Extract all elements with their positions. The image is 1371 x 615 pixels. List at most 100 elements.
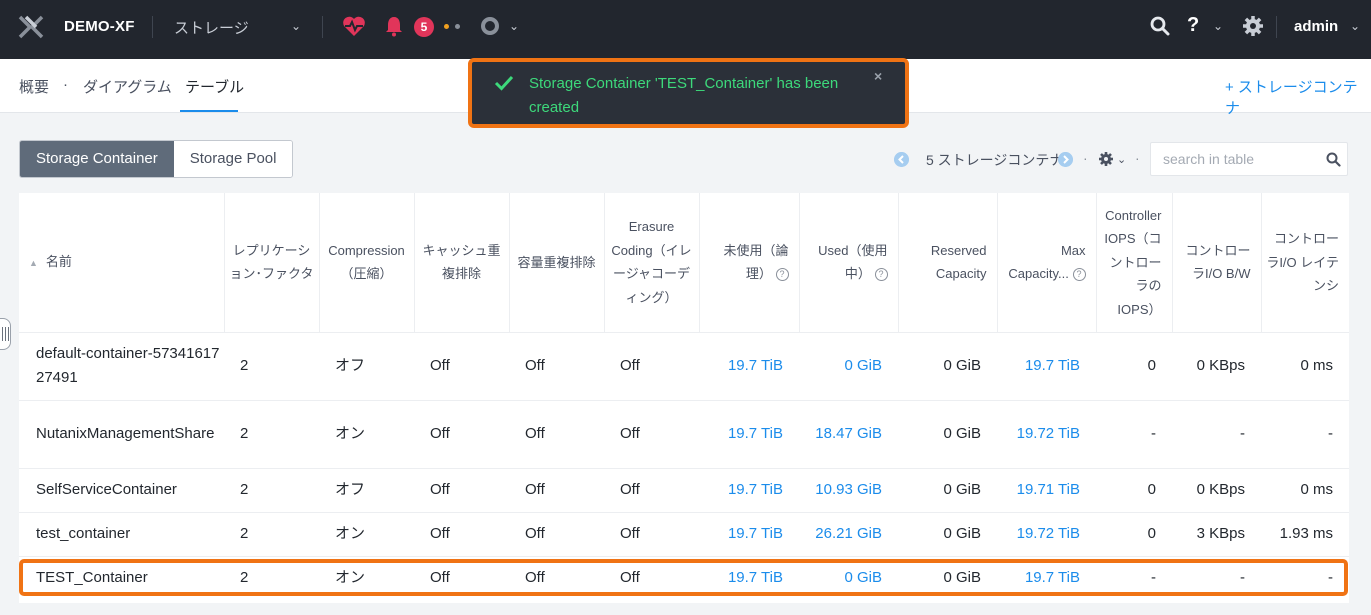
cell-erasure-coding: Off <box>604 400 699 469</box>
cell-cache-dedup: Off <box>414 400 509 469</box>
cell-controller-latency: - <box>1261 400 1349 469</box>
warning-dot-icon[interactable] <box>444 24 449 29</box>
chevron-down-icon[interactable]: ⌄ <box>1350 19 1360 33</box>
search-icon[interactable] <box>1150 16 1170 36</box>
add-storage-container-link[interactable]: + ストレージコンテナ <box>1225 76 1371 118</box>
cell-controller-latency: 0 ms <box>1261 468 1349 513</box>
column-header-controller-bw[interactable]: コントローラI/O B/W <box>1171 193 1261 333</box>
help-question-icon[interactable]: ? <box>1072 268 1086 282</box>
entity-type-toggle: Storage Container Storage Pool <box>19 140 294 178</box>
close-icon[interactable]: × <box>874 68 882 84</box>
previous-page-icon[interactable] <box>894 152 909 167</box>
column-header-erasure-coding[interactable]: Erasure Coding（イレージャコーディング） <box>603 193 699 333</box>
column-header-free-logical[interactable]: 未使用（論理） ? <box>698 193 799 333</box>
main-menu-selector[interactable]: ストレージ <box>174 17 249 38</box>
cell-cache-dedup: Off <box>430 569 450 587</box>
cell-name[interactable]: test_container <box>19 512 224 557</box>
side-panel-handle[interactable] <box>0 318 11 350</box>
cell-name[interactable]: TEST_Container <box>19 556 224 600</box>
table-row[interactable]: NutanixManagementShare 2 オン Off Off Off 19.7 T… <box>19 400 1349 469</box>
cell-compression: オフ <box>319 468 414 513</box>
column-header-name[interactable]: ▲ 名前 <box>19 193 224 333</box>
table-row[interactable]: default-container-5734161727491 2 オフ Off Off… <box>19 332 1349 401</box>
cell-controller-bw: 0 KBps <box>1172 332 1261 401</box>
cell-used[interactable]: 10.93 GiB <box>799 468 898 513</box>
tab-diagram[interactable]: ダイアグラム <box>83 76 172 97</box>
sort-icon[interactable]: ▲ <box>29 258 38 268</box>
cell-replication-factor: 2 <box>224 400 319 469</box>
info-dot-icon[interactable] <box>455 24 460 29</box>
cell-cache-dedup: Off <box>414 468 509 513</box>
nutanix-logo-icon[interactable] <box>18 15 44 39</box>
cell-max-capacity[interactable]: 19.71 TiB <box>997 468 1096 513</box>
cell-max-capacity[interactable]: 19.7 TiB <box>997 556 1096 600</box>
column-header-compression[interactable]: Compression（圧縮） <box>318 193 414 333</box>
column-header-controller-latency[interactable]: コントローラI/O レイテンシ <box>1260 193 1349 333</box>
tab-table[interactable]: テーブル <box>185 76 244 97</box>
column-header-replication-factor[interactable]: レプリケーション･ファクタ <box>223 193 319 333</box>
cell-controller-bw: - <box>1240 569 1245 587</box>
cell-free-logical[interactable]: 19.7 TiB <box>699 468 799 513</box>
column-header-cache-dedup[interactable]: キャッシュ重複排除 <box>413 193 509 333</box>
cell-name[interactable]: default-container-5734161727491 <box>19 332 224 401</box>
cell-reserved-capacity: 0 GiB <box>898 332 997 401</box>
cell-controller-latency: - <box>1328 569 1333 587</box>
cell-used[interactable]: 26.21 GiB <box>799 512 898 557</box>
cell-capacity-dedup: Off <box>509 512 604 557</box>
divider <box>322 16 323 38</box>
cell-used[interactable]: 0 GiB <box>799 332 898 401</box>
bell-icon[interactable] <box>385 15 403 37</box>
table-search-box <box>1150 142 1348 176</box>
cell-name[interactable]: SelfServiceContainer <box>19 468 224 513</box>
table-row[interactable]: SelfServiceContainer 2 オフ Off Off Off 19.7 TiB… <box>19 468 1349 513</box>
cluster-name[interactable]: DEMO-XF <box>64 18 135 35</box>
tasks-circle-icon[interactable] <box>481 17 499 35</box>
chevron-down-icon[interactable]: ⌄ <box>509 19 519 33</box>
alert-count-badge[interactable]: 5 <box>414 17 434 37</box>
cell-free-logical[interactable]: 19.7 TiB <box>699 512 799 557</box>
cell-controller-latency: 1.93 ms <box>1261 512 1349 557</box>
user-menu[interactable]: admin <box>1294 18 1338 35</box>
cell-capacity-dedup: Off <box>509 332 604 401</box>
cell-compression: オフ <box>319 332 414 401</box>
column-header-reserved-capacity[interactable]: Reserved Capacity <box>897 193 997 333</box>
cell-controller-bw: 0 KBps <box>1172 468 1261 513</box>
table-header-row: ▲ 名前 レプリケーション･ファクタ Compression（圧縮） キャッシュ重… <box>19 193 1349 333</box>
storage-container-tab[interactable]: Storage Container <box>20 141 174 177</box>
help-question-icon[interactable]: ? <box>874 268 888 282</box>
chevron-down-icon[interactable]: ⌄ <box>1117 153 1126 166</box>
cell-compression: オン <box>319 400 414 469</box>
next-page-icon[interactable] <box>1058 152 1073 167</box>
cell-free-logical[interactable]: 19.7 TiB <box>699 556 799 600</box>
cell-free-logical[interactable]: 19.7 TiB <box>699 400 799 469</box>
gear-icon[interactable] <box>1242 15 1264 37</box>
storage-pool-tab[interactable]: Storage Pool <box>173 141 293 177</box>
cell-name[interactable]: NutanixManagementShare <box>19 400 224 469</box>
help-question-icon[interactable]: ? <box>1187 14 1199 37</box>
cell-max-capacity[interactable]: 19.72 TiB <box>997 400 1096 469</box>
column-header-capacity-dedup[interactable]: 容量重複排除 <box>508 193 604 333</box>
cell-free-logical[interactable]: 19.7 TiB <box>699 332 799 401</box>
search-icon[interactable] <box>1326 152 1341 167</box>
cell-controller-iops: - <box>1151 569 1156 587</box>
chevron-down-icon[interactable]: ⌄ <box>291 19 301 33</box>
cell-max-capacity[interactable]: 19.72 TiB <box>997 512 1096 557</box>
table-search-input[interactable] <box>1151 143 1311 175</box>
cell-used[interactable]: 0 GiB <box>799 556 898 600</box>
cell-used[interactable]: 18.47 GiB <box>799 400 898 469</box>
tab-separator: · <box>63 76 68 93</box>
cell-erasure-coding: Off <box>620 569 640 587</box>
table-settings-gear-icon[interactable] <box>1098 151 1114 167</box>
tab-overview[interactable]: 概要 <box>19 76 49 97</box>
cell-replication-factor: 2 <box>224 332 319 401</box>
column-header-max-capacity[interactable]: Max Capacity... ? <box>996 193 1096 333</box>
health-heart-icon[interactable] <box>342 15 366 37</box>
chevron-down-icon[interactable]: ⌄ <box>1213 19 1223 33</box>
help-question-icon[interactable]: ? <box>775 268 789 282</box>
cell-max-capacity[interactable]: 19.7 TiB <box>997 332 1096 401</box>
column-header-used[interactable]: Used（使用中） ? <box>798 193 898 333</box>
cell-reserved-capacity: 0 GiB <box>943 569 981 587</box>
table-row[interactable]: TEST_Container 2 オン Off Off Off 19.7 TiB 0 GiB 0… <box>19 556 1349 600</box>
table-row[interactable]: test_container 2 オン Off Off Off 19.7 TiB 26.21 … <box>19 512 1349 557</box>
column-header-controller-iops[interactable]: Controller IOPS（コントローラのIOPS） <box>1095 193 1172 333</box>
